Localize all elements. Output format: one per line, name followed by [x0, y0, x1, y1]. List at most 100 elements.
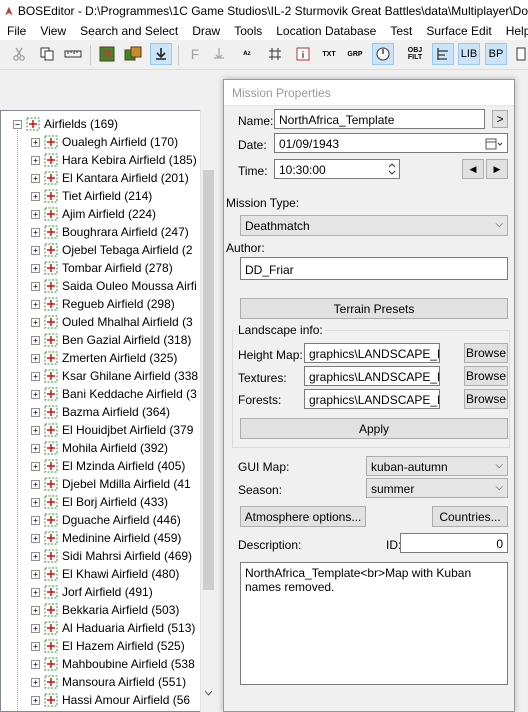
- tree-item-airfield[interactable]: + Dguache Airfield (446): [31, 511, 181, 529]
- expand-icon[interactable]: +: [31, 695, 40, 705]
- tree-item-airfield[interactable]: + Mohila Airfield (392): [31, 439, 168, 457]
- ruler-icon[interactable]: [62, 43, 84, 65]
- tree-item-airfield[interactable]: + El Khawi Airfield (480): [31, 565, 179, 583]
- tree-item-airfield[interactable]: + Boughrara Airfield (247): [31, 223, 189, 241]
- menu-surface-edit[interactable]: Surface Edit: [419, 24, 498, 38]
- tree-item-airfield[interactable]: + El Kantara Airfield (201): [31, 169, 189, 187]
- expand-icon[interactable]: +: [31, 605, 40, 615]
- time-prev-button[interactable]: ◀: [462, 159, 484, 179]
- tree-item-airfield[interactable]: + Ajim Airfield (224): [31, 205, 156, 223]
- expand-icon[interactable]: +: [31, 191, 40, 201]
- anchor-icon[interactable]: [208, 43, 230, 65]
- author-field[interactable]: DD_Friar: [240, 257, 508, 280]
- name-field[interactable]: NorthAfrica_Template: [274, 109, 485, 129]
- txt-icon[interactable]: TXT: [318, 43, 340, 65]
- tree-item-airfield[interactable]: + Saida Ouleo Moussa Airfi: [31, 277, 197, 295]
- id-field[interactable]: 0: [400, 533, 508, 553]
- tree-item-airfield[interactable]: + Mansoura Airfield (551): [31, 673, 186, 691]
- expand-icon[interactable]: +: [31, 479, 40, 489]
- forests-browse-button[interactable]: Browse: [464, 389, 508, 409]
- menu-search-select[interactable]: Search and Select: [73, 24, 185, 38]
- tree-item-airfield[interactable]: + Hassi Amour Airfield (56: [31, 691, 190, 709]
- menu-draw[interactable]: Draw: [185, 24, 227, 38]
- tree-item-airfield[interactable]: + Tiet Airfield (214): [31, 187, 152, 205]
- tree-item-airfield[interactable]: + El Houidjbet Airfield (379: [31, 421, 193, 439]
- menu-test[interactable]: Test: [383, 24, 419, 38]
- expand-icon[interactable]: +: [31, 515, 40, 525]
- expand-icon[interactable]: +: [31, 569, 40, 579]
- expand-icon[interactable]: +: [31, 407, 40, 417]
- expand-icon[interactable]: +: [31, 461, 40, 471]
- obj-filter-icon[interactable]: OBJ FILT: [404, 43, 426, 65]
- menu-tools[interactable]: Tools: [227, 24, 269, 38]
- time-spinner-icon[interactable]: [387, 162, 397, 176]
- tree-item-airfield[interactable]: + Al Haduaria Airfield (513): [31, 619, 195, 637]
- tree-item-airfield[interactable]: + Ksar Ghilane Airfield (338: [31, 367, 198, 385]
- tree-item-airfield[interactable]: + Tombar Airfield (278): [31, 259, 173, 277]
- download-icon[interactable]: [150, 43, 172, 65]
- textures-field[interactable]: graphics\LANDSCAPE_Kuba: [304, 366, 440, 386]
- map-green-icon[interactable]: [96, 43, 118, 65]
- tree-item-airfield[interactable]: + Djebel Mdilla Airfield (41: [31, 475, 191, 493]
- description-field[interactable]: NorthAfrica_Template<br>Map with Kuban n…: [240, 562, 508, 685]
- airfield-tree[interactable]: − Airfields (169) + Oualegh Airfield (170…: [0, 110, 215, 712]
- expand-icon[interactable]: +: [31, 245, 40, 255]
- tree-item-airfield[interactable]: + Mahboubine Airfield (538: [31, 655, 195, 673]
- name-next-button[interactable]: >: [492, 110, 508, 128]
- tree-item-airfield[interactable]: + Ojebel Tebaga Airfield (2: [31, 241, 193, 259]
- calendar-icon[interactable]: [485, 138, 503, 150]
- time-next-button[interactable]: ▶: [486, 159, 508, 179]
- expand-icon[interactable]: +: [31, 299, 40, 309]
- expand-icon[interactable]: +: [31, 155, 40, 165]
- font-f-icon[interactable]: F: [184, 43, 206, 65]
- info-icon[interactable]: [292, 43, 314, 65]
- tree-scrollbar[interactable]: [200, 110, 215, 712]
- gui-map-select[interactable]: kuban-autumn ⌵: [366, 456, 508, 476]
- expand-icon[interactable]: +: [31, 659, 40, 669]
- atmosphere-options-button[interactable]: Atmosphere options...: [240, 506, 366, 527]
- tree-item-airfield[interactable]: + Bazma Airfield (364): [31, 403, 170, 421]
- expand-icon[interactable]: +: [31, 389, 40, 399]
- expand-icon[interactable]: +: [31, 353, 40, 363]
- cut-icon[interactable]: [8, 43, 30, 65]
- collapse-icon[interactable]: −: [13, 119, 22, 129]
- season-select[interactable]: summer ⌵: [366, 478, 508, 498]
- date-picker[interactable]: 01/09/1943: [274, 133, 508, 153]
- tree-item-airfield[interactable]: + Ben Gazial Airfield (318): [31, 331, 191, 349]
- tree-item-airfield[interactable]: + Medinine Airfield (459): [31, 529, 181, 547]
- menu-file[interactable]: File: [0, 24, 33, 38]
- scroll-down-icon[interactable]: [204, 690, 213, 696]
- tree-item-airfield[interactable]: + Hara Kebira Airfield (185): [31, 151, 197, 169]
- expand-icon[interactable]: +: [31, 137, 40, 147]
- expand-icon[interactable]: +: [31, 587, 40, 597]
- lib-icon[interactable]: LIB: [458, 43, 480, 65]
- time-field[interactable]: 10:30:00: [274, 159, 400, 179]
- expand-icon[interactable]: +: [31, 497, 40, 507]
- dialog-title-bar[interactable]: Mission Properties: [224, 80, 514, 106]
- terrain-presets-button[interactable]: Terrain Presets: [240, 298, 508, 319]
- copy-icon[interactable]: [36, 43, 58, 65]
- grid-icon[interactable]: [264, 43, 286, 65]
- tree-scrollbar-thumb[interactable]: [203, 170, 214, 590]
- menu-help[interactable]: Help: [499, 24, 528, 38]
- menu-location-database[interactable]: Location Database: [269, 24, 383, 38]
- height-map-browse-button[interactable]: Browse: [464, 343, 508, 363]
- tree-item-airfield[interactable]: + Regueb Airfield (298): [31, 295, 175, 313]
- expand-icon[interactable]: +: [31, 317, 40, 327]
- map-swap-icon[interactable]: [122, 43, 144, 65]
- bars-icon[interactable]: [432, 43, 454, 65]
- countries-button[interactable]: Countries...: [432, 506, 508, 527]
- tree-item-airfield[interactable]: + Bekkaria Airfield (503): [31, 601, 179, 619]
- height-map-field[interactable]: graphics\LANDSCAPE_Kuba: [304, 343, 440, 363]
- bp-icon[interactable]: BP: [485, 43, 507, 65]
- expand-icon[interactable]: +: [31, 335, 40, 345]
- textures-browse-button[interactable]: Browse: [464, 366, 508, 386]
- expand-icon[interactable]: +: [31, 641, 40, 651]
- tree-item-airfield[interactable]: + El Borj Airfield (433): [31, 493, 168, 511]
- expand-icon[interactable]: +: [31, 227, 40, 237]
- tree-item-airfield[interactable]: + El Hazem Airfield (525): [31, 637, 185, 655]
- expand-icon[interactable]: +: [31, 173, 40, 183]
- expand-icon[interactable]: +: [31, 551, 40, 561]
- tree-root-airfields[interactable]: − Airfields (169): [13, 115, 118, 133]
- forests-field[interactable]: graphics\LANDSCAPE_Kuba: [304, 389, 440, 409]
